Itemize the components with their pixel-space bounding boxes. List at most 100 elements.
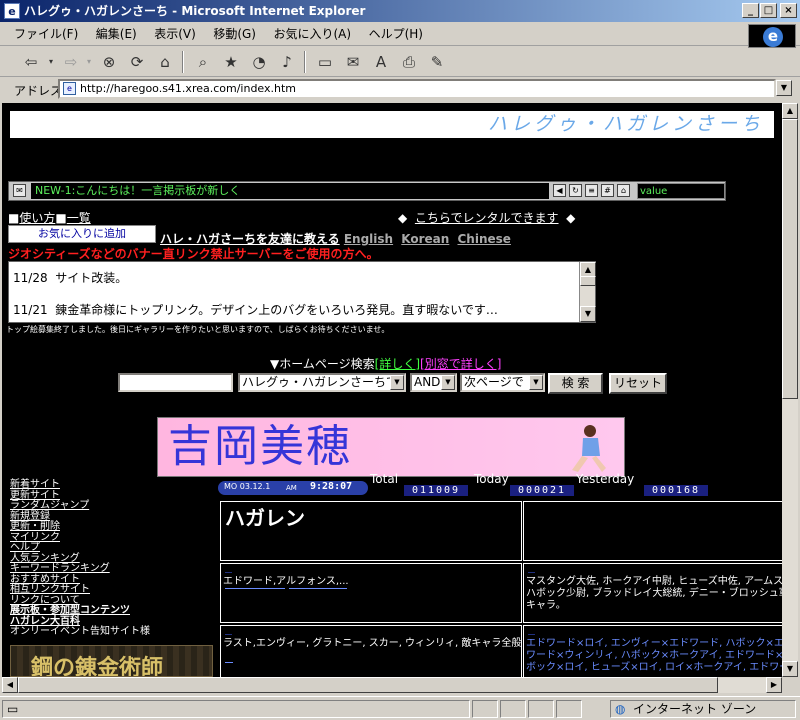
nav-boards[interactable]: 展示板・参加型コンテンツ	[10, 605, 220, 617]
scroll-right-icon[interactable]: ▶	[766, 677, 782, 693]
scroll-corner	[782, 677, 798, 693]
warning-link[interactable]: ジオシティーズなどのバナー直リンク禁止サーバーをご使用の方へ。	[8, 245, 379, 262]
toolbar-separator	[182, 51, 184, 73]
history-icon[interactable]: ◔	[248, 51, 270, 73]
address-input[interactable]: e http://haregoo.s41.xrea.com/index.htm	[58, 79, 776, 99]
nav-event-sites: オンリーイベント告知サイト様	[10, 626, 150, 637]
usage-link[interactable]: 使い方	[19, 211, 55, 225]
menu-file[interactable]: ファイル(F)	[14, 27, 78, 41]
home-icon[interactable]: ⌂	[154, 51, 176, 73]
font-size-icon[interactable]: A	[370, 51, 392, 73]
page-vertical-scrollbar[interactable]: ▲ ▼	[782, 103, 798, 677]
close-button[interactable]: ×	[780, 3, 797, 18]
scope-select[interactable]: ハレグゥ・ハガレンさーちで ▼	[238, 373, 406, 392]
hscroll-thumb[interactable]	[18, 677, 718, 693]
forward-dropdown-icon[interactable]: ▾	[78, 51, 100, 73]
page-status-icon: ▭	[7, 702, 19, 716]
lang-english[interactable]: English	[344, 232, 393, 246]
lang-chinese[interactable]: Chinese	[458, 232, 511, 246]
tell-friend-link[interactable]: ハレ・ハガさーちを友達に教える	[160, 232, 340, 246]
ticker-grid-icon[interactable]: #	[601, 184, 614, 197]
page-horizontal-scrollbar[interactable]: ◀ ▶	[2, 677, 782, 693]
list-link[interactable]: 一覧	[67, 211, 91, 225]
clock-widget: MO 03.12.1 AM 9:28:07	[218, 481, 368, 495]
model-figure	[572, 425, 606, 472]
news-item: 11/21 錬金革命様にトップリンク。デザイン上のバグをいろいろ発見。直す暇ない…	[13, 303, 498, 317]
section-title: ハガレン	[225, 506, 305, 530]
ticker-reload-icon[interactable]: ↻	[569, 184, 582, 197]
stop-icon[interactable]: ⊗	[98, 51, 120, 73]
link-underline	[225, 588, 285, 589]
back-icon[interactable]: ⇦	[20, 51, 42, 73]
scroll-thumb[interactable]	[580, 276, 596, 286]
news-box: 11/28 サイト改装。 11/21 錬金革命様にトップリンク。デザイン上のバグ…	[8, 261, 596, 323]
nav-update-delete[interactable]: 更新・削除	[10, 521, 220, 533]
detail-newwindow-link[interactable]: [別窓で詳しく]	[420, 357, 501, 371]
box-main-text[interactable]: エドワード,アルフォンス,...	[223, 572, 349, 587]
edit-icon[interactable]: ✎	[426, 51, 448, 73]
site-banner[interactable]: ハレグゥ・ハガレンさーち	[10, 111, 774, 138]
search-button[interactable]: 検 索	[548, 373, 603, 394]
ticker-list-icon[interactable]: ≡	[585, 184, 598, 197]
left-nav: 新着サイト 更新サイト ランダムジャンプ 新規登録 更新・削除 マイリンク ヘル…	[10, 479, 220, 638]
category-box-enemies: ― ラスト,エンヴィー, グラトニー, スカー, ウィンリィ, 敵キャラ全般, …	[220, 625, 522, 677]
print-icon[interactable]: ⎙	[398, 51, 420, 73]
mode-select[interactable]: AND ▼	[410, 373, 457, 392]
rental-link[interactable]: こちらでレンタルできます	[415, 211, 559, 225]
search-input[interactable]	[118, 373, 233, 392]
add-favorites-popup[interactable]: お気に入りに追加	[8, 225, 156, 243]
nav-keyword-ranking[interactable]: キーワードランキング	[10, 563, 220, 575]
news-scrollbar[interactable]: ▲ ▼	[579, 262, 596, 322]
menu-favorites[interactable]: お気に入り(A)	[273, 27, 351, 41]
pager-select[interactable]: 次ページで ▼	[460, 373, 545, 392]
address-dropdown-icon[interactable]: ▼	[776, 80, 792, 96]
fullmetal-banner[interactable]: 鋼の錬金術師	[10, 645, 213, 677]
menu-view[interactable]: 表示(V)	[154, 27, 196, 41]
ticker-home-icon[interactable]: ⌂	[617, 184, 630, 197]
minimize-button[interactable]: _	[742, 3, 759, 18]
search-icon[interactable]: ⌕	[192, 51, 214, 73]
category-box-couples: ― エドワード×ロイ, エンヴィー×エドワード, ハボック×エドワ ワード×ウィ…	[523, 625, 782, 677]
status-panel	[500, 700, 526, 718]
nav-my-link[interactable]: マイリンク	[10, 532, 220, 544]
media-icon[interactable]: ♪	[276, 51, 298, 73]
refresh-icon[interactable]: ⟳	[126, 51, 148, 73]
yesterday-label: Yesterday	[576, 472, 635, 486]
menu-go[interactable]: 移動(G)	[213, 27, 256, 41]
maximize-button[interactable]: □	[760, 3, 777, 18]
scroll-thumb[interactable]	[782, 119, 798, 399]
ticker-prev-icon[interactable]: ◀	[553, 184, 566, 197]
fullscreen-icon[interactable]: ▭	[314, 51, 336, 73]
nav-help[interactable]: ヘルプ	[10, 542, 220, 554]
toolbar: ⇦ ▾ ⇨ ▾ ⊗ ⟳ ⌂ ⌕ ★ ◔ ♪ ▭ ✉ A ⎙ ✎	[0, 47, 800, 77]
scroll-down-icon[interactable]: ▼	[580, 306, 596, 322]
nav-random-jump[interactable]: ランダムジャンプ	[10, 500, 220, 512]
scroll-up-icon[interactable]: ▲	[782, 103, 798, 119]
back-dropdown-icon[interactable]: ▾	[40, 51, 62, 73]
box-couples-text3[interactable]: ボック×ロイ, ヒューズ×ロイ, ロイ×ホークアイ, エドワード×ホ	[526, 658, 782, 673]
nav-mutual-links[interactable]: 相互リンクサイト	[10, 584, 220, 596]
favorites-icon[interactable]: ★	[220, 51, 242, 73]
ticker-bar: ✉ NEW-1:こんにちは！一言掲示板が新しく ◀ ↻ ≡ # ⌂ value	[8, 181, 726, 201]
web-content: ハレグゥ・ハガレンさーち ✉ NEW-1:こんにちは！一言掲示板が新しく ◀ ↻…	[2, 103, 782, 677]
chevron-down-icon: ▼	[441, 375, 455, 390]
scroll-down-icon[interactable]: ▼	[782, 661, 798, 677]
lang-korean[interactable]: Korean	[401, 232, 449, 246]
ad-banner[interactable]: 吉岡美穂	[157, 417, 625, 477]
reset-button[interactable]: リセット	[609, 373, 667, 394]
ticker-value: value	[637, 183, 725, 199]
box-enemies-text[interactable]: ラスト,エンヴィー, グラトニー, スカー, ウィンリィ, 敵キャラ全般, その…	[223, 634, 521, 649]
menu-bar: ファイル(F) 編集(E) 表示(V) 移動(G) お気に入り(A) ヘルプ(H…	[0, 22, 800, 46]
window-title: ハレグゥ・ハガレンさーち - Microsoft Internet Explor…	[24, 4, 366, 18]
mail-icon[interactable]: ✉	[342, 51, 364, 73]
section-title-box: ハガレン	[220, 501, 522, 561]
detail-link[interactable]: [詳しく]	[375, 357, 420, 371]
section-side-box	[523, 501, 782, 561]
fullmetal-logo: 鋼の錬金術師	[31, 655, 164, 677]
scroll-left-icon[interactable]: ◀	[2, 677, 18, 693]
nav-new-sites[interactable]: 新着サイト	[10, 479, 220, 491]
status-panel-main: ▭	[2, 700, 470, 718]
menu-edit[interactable]: 編集(E)	[96, 27, 137, 41]
menu-help[interactable]: ヘルプ(H)	[369, 27, 423, 41]
box-military-text3[interactable]: キャラ。	[526, 596, 566, 611]
